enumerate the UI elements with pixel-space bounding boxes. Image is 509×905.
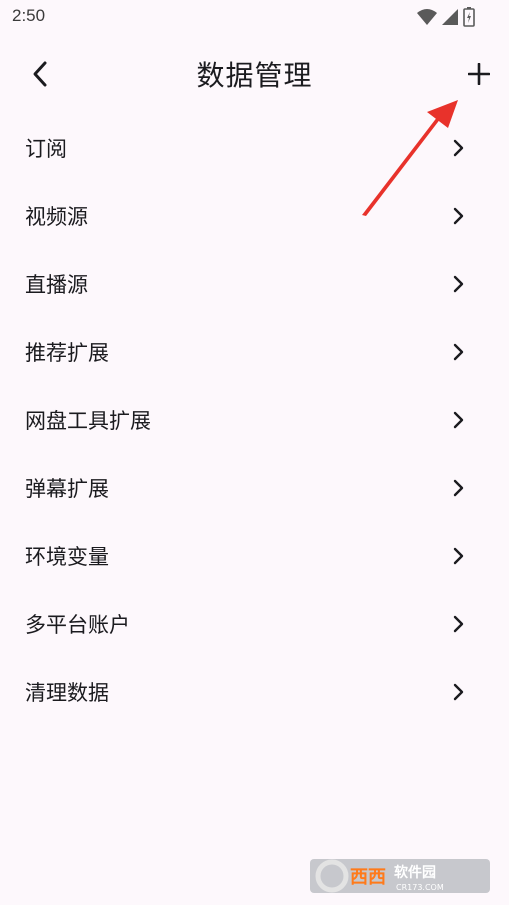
signal-icon xyxy=(442,9,458,25)
status-time: 2:50 xyxy=(12,6,46,25)
chevron-right-icon xyxy=(451,275,465,293)
menu-item-live-source[interactable]: 直播源 xyxy=(0,250,509,318)
chevron-right-icon xyxy=(451,615,465,633)
menu-list: 订阅 视频源 直播源 推荐扩展 网盘工具扩展 弹幕扩展 环境变量 多平台账户 清… xyxy=(0,114,509,726)
svg-text:CR173.COM: CR173.COM xyxy=(396,883,444,892)
menu-item-label: 多平台账户 xyxy=(25,613,130,637)
add-button[interactable] xyxy=(463,58,495,90)
status-icons xyxy=(417,7,475,27)
app-bar: 数据管理 xyxy=(0,40,509,108)
menu-item-label: 视频源 xyxy=(25,205,88,229)
watermark-logo: 西西 软件园 CR173.COM xyxy=(310,859,490,893)
chevron-right-icon xyxy=(451,207,465,225)
plus-icon xyxy=(468,63,490,85)
menu-item-clear-data[interactable]: 清理数据 xyxy=(0,658,509,726)
wifi-icon xyxy=(417,9,437,25)
menu-item-danmaku-extensions[interactable]: 弹幕扩展 xyxy=(0,454,509,522)
menu-item-label: 直播源 xyxy=(25,273,88,297)
menu-item-label: 订阅 xyxy=(25,137,67,161)
chevron-right-icon xyxy=(451,683,465,701)
menu-item-label: 网盘工具扩展 xyxy=(25,409,151,433)
menu-item-subscription[interactable]: 订阅 xyxy=(0,114,509,182)
menu-item-label: 推荐扩展 xyxy=(25,341,109,365)
status-bar: 2:50 xyxy=(0,0,509,34)
menu-item-video-source[interactable]: 视频源 xyxy=(0,182,509,250)
menu-item-recommended-extensions[interactable]: 推荐扩展 xyxy=(0,318,509,386)
menu-item-label: 清理数据 xyxy=(25,681,109,705)
menu-item-multi-platform-accounts[interactable]: 多平台账户 xyxy=(0,590,509,658)
battery-icon xyxy=(463,7,475,27)
chevron-right-icon xyxy=(451,547,465,565)
menu-item-environment-variables[interactable]: 环境变量 xyxy=(0,522,509,590)
menu-item-label: 弹幕扩展 xyxy=(25,477,109,501)
page-title: 数据管理 xyxy=(196,59,313,92)
chevron-right-icon xyxy=(451,343,465,361)
svg-text:西西: 西西 xyxy=(350,867,386,888)
chevron-right-icon xyxy=(451,139,465,157)
menu-item-label: 环境变量 xyxy=(25,545,109,569)
chevron-right-icon xyxy=(451,411,465,429)
svg-text:软件园: 软件园 xyxy=(394,864,436,881)
menu-item-cloud-drive-extensions[interactable]: 网盘工具扩展 xyxy=(0,386,509,454)
chevron-right-icon xyxy=(451,479,465,497)
